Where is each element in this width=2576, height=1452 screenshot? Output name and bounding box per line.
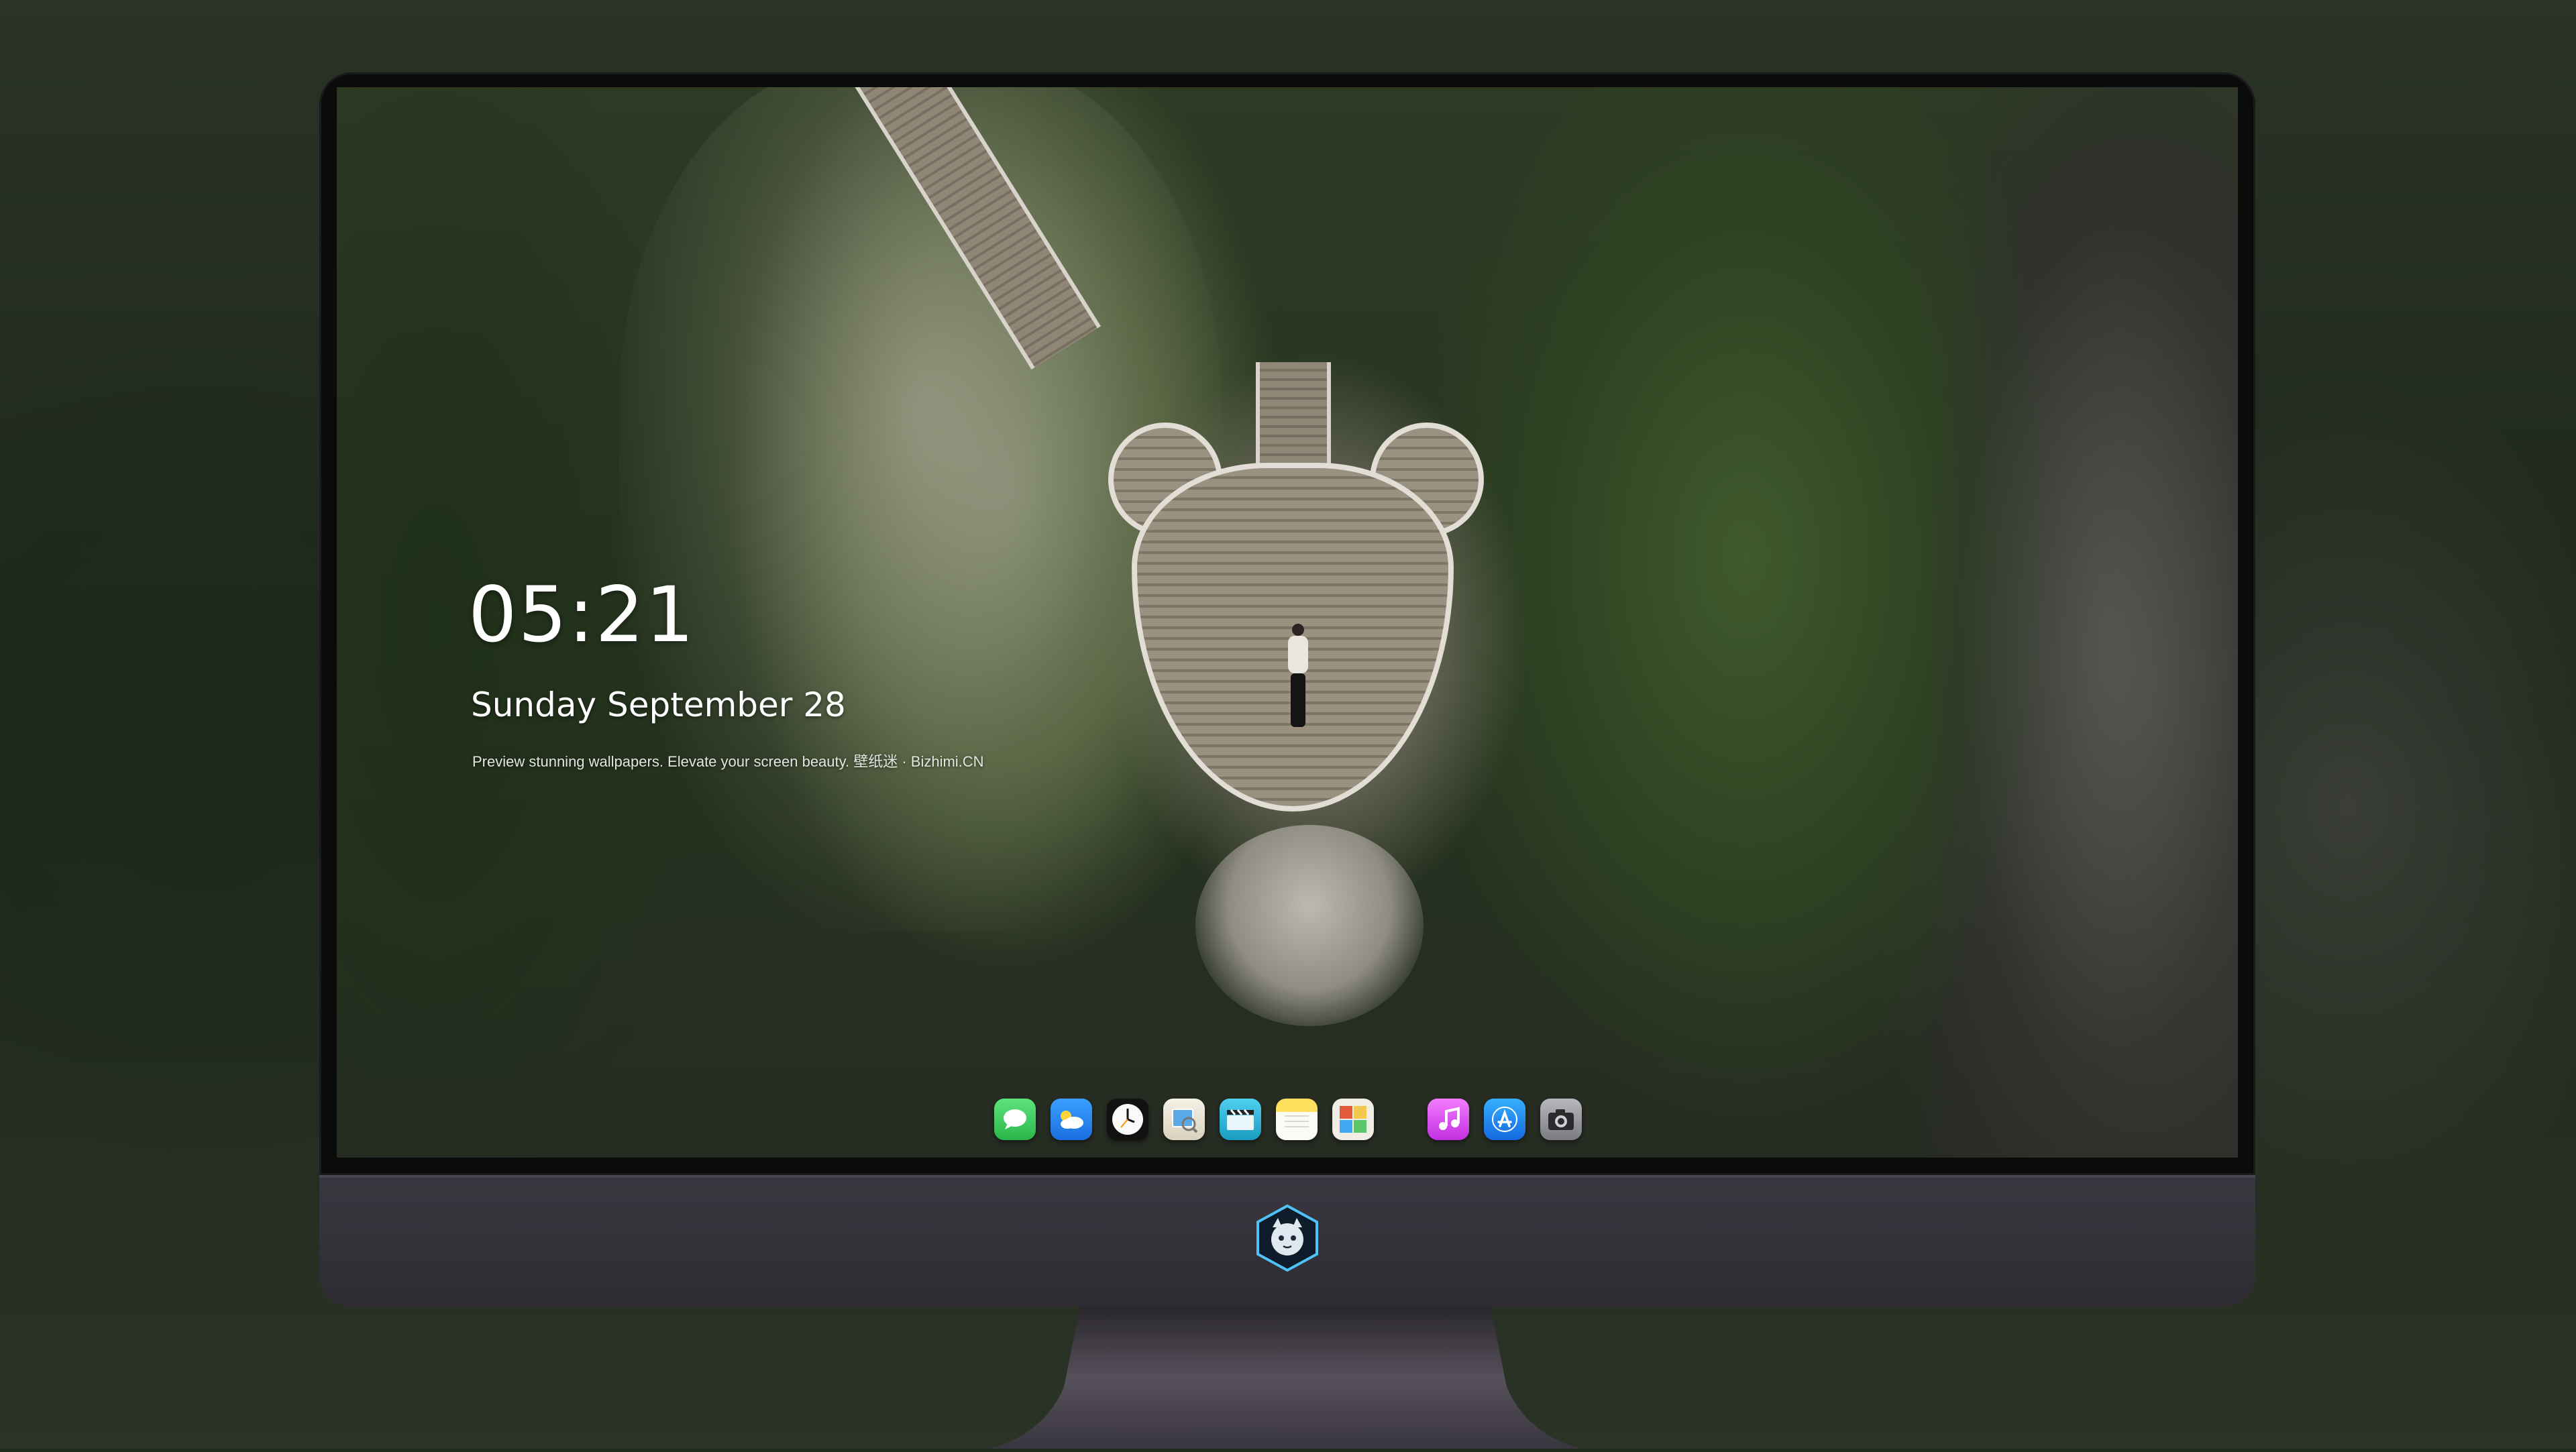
- clips-icon[interactable]: [1220, 1099, 1261, 1140]
- lockscreen-tagline: Preview stunning wallpapers. Elevate you…: [472, 753, 984, 770]
- photo-booth-icon[interactable]: [1332, 1099, 1374, 1140]
- screen-bezel: 05:21 Sunday September 28 Preview stunni…: [319, 72, 2255, 1175]
- messages-icon[interactable]: [994, 1099, 1036, 1140]
- lock-screen: 05:21 Sunday September 28 Preview stunni…: [337, 87, 2238, 1158]
- music-icon[interactable]: [1428, 1099, 1469, 1140]
- dock: [994, 1099, 1582, 1140]
- preview-icon[interactable]: [1163, 1099, 1205, 1140]
- notes-icon[interactable]: [1276, 1099, 1318, 1140]
- clock-icon[interactable]: [1107, 1099, 1148, 1140]
- wallpaper-person: [1284, 624, 1311, 731]
- monitor-stand: [990, 1306, 1580, 1449]
- brand-logo: [1252, 1203, 1322, 1273]
- lockscreen-time: 05:21: [468, 570, 696, 659]
- weather-icon[interactable]: [1051, 1099, 1092, 1140]
- imac-monitor: 05:21 Sunday September 28 Preview stunni…: [319, 72, 2255, 1306]
- wallpaper-rock-wall: [1933, 141, 2238, 1147]
- lockscreen-date: Sunday September 28: [471, 685, 846, 724]
- app-store-icon[interactable]: [1484, 1099, 1525, 1140]
- wallpaper-rock: [1195, 825, 1424, 1026]
- camera-icon[interactable]: [1540, 1099, 1582, 1140]
